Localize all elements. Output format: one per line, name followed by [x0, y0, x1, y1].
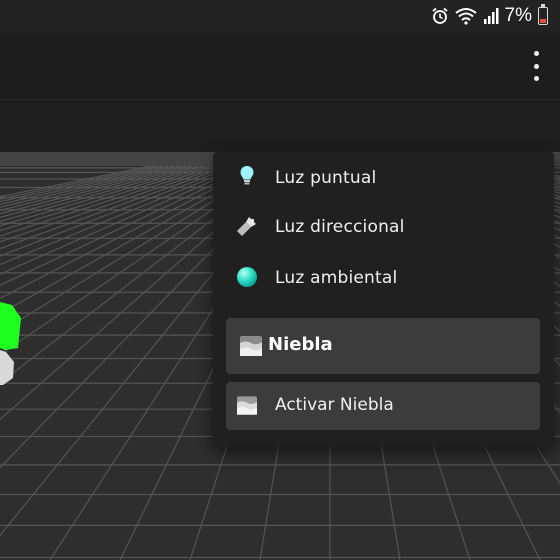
app-bar — [0, 33, 560, 100]
wifi-icon — [454, 8, 477, 25]
section-niebla[interactable]: Niebla — [226, 318, 540, 374]
menu-item-luz-ambiental[interactable]: Luz ambiental — [213, 252, 554, 303]
fog-icon — [240, 336, 262, 356]
menu-item-label: Luz ambiental — [275, 267, 398, 288]
lightbulb-icon — [240, 166, 254, 185]
sphere-icon — [237, 267, 257, 287]
flashlight-icon — [237, 217, 256, 236]
status-bar: 7% — [0, 0, 560, 33]
menu-item-luz-puntual[interactable]: Luz puntual — [213, 152, 554, 203]
add-object-menu: Luz puntual Luz direccional Luz ambienta… — [213, 152, 554, 447]
menu-item-label: Luz direccional — [275, 216, 405, 237]
battery-percent: 7% — [504, 5, 532, 26]
section-label: Niebla — [268, 334, 333, 355]
toolbar — [0, 100, 560, 152]
menu-item-luz-direccional[interactable]: Luz direccional — [213, 201, 554, 252]
menu-item-activar-niebla[interactable]: Activar Niebla — [226, 382, 540, 430]
green-cube[interactable] — [0, 302, 21, 350]
white-cube[interactable] — [0, 350, 14, 385]
signal-icon — [483, 8, 499, 24]
menu-item-label: Luz puntual — [275, 167, 377, 188]
status-icons: 7% — [431, 4, 548, 28]
more-vert-icon[interactable] — [524, 51, 548, 81]
alarm-icon — [431, 7, 448, 24]
battery-icon — [538, 4, 548, 25]
menu-item-label: Activar Niebla — [275, 395, 394, 415]
fog-icon — [237, 396, 257, 415]
